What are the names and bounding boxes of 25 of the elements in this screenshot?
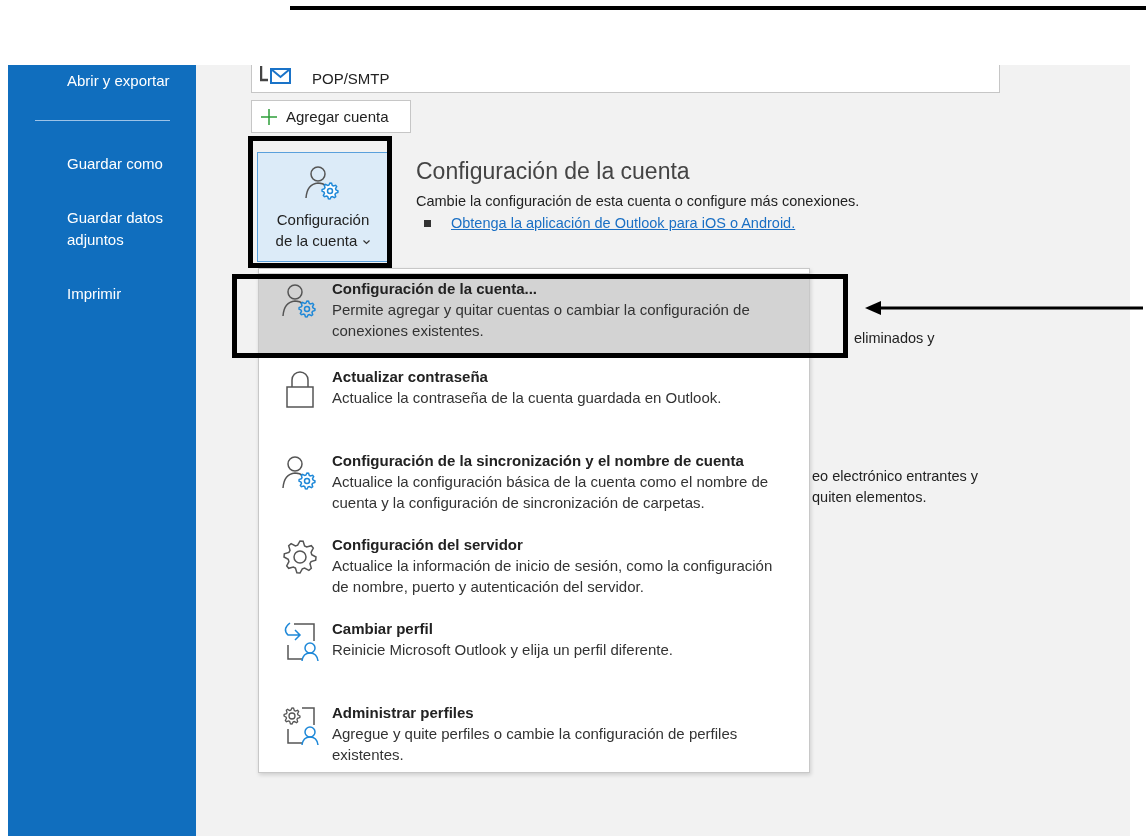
- caret-icon: [363, 239, 371, 245]
- menu-item[interactable]: Cambiar perfil Reinicie Microsoft Outlook y elija un perfil diferente.: [259, 613, 809, 693]
- section-text: eliminados y: [854, 329, 936, 348]
- menu-item[interactable]: Configuración del servidor Actualice la información de inicio de sesión, como la configuración de nombre, puerto y autenticación del servidor.: [259, 529, 809, 609]
- section-text: eo electrónico entrantes y: [812, 467, 980, 486]
- sidebar-item[interactable]: Abrir y exportar: [67, 70, 182, 92]
- app-link[interactable]: Obtenga la aplicación de Outlook para iOS o Android.: [451, 215, 796, 231]
- manage-profiles-icon: [280, 705, 320, 747]
- sidebar-item[interactable]: Guardar datos adjuntos: [67, 207, 182, 251]
- sidebar-item[interactable]: Guardar como: [67, 153, 182, 175]
- menu-item[interactable]: Configuración de la sincronización y el nombre de cuenta Actualice la configuración básica de la cuenta como el nombre de cuenta y la configuración de sincronización de carpetas.: [259, 445, 809, 525]
- gear-icon: [280, 537, 320, 577]
- section-text: quiten elementos.: [812, 488, 928, 507]
- mail-icon: [260, 65, 292, 86]
- menu-item[interactable]: Actualizar contraseña Actualice la contraseña de la cuenta guardada en Outlook.: [259, 361, 809, 441]
- account-settings-button[interactable]: Configuración de la cuenta: [257, 152, 389, 262]
- section-title: Configuración de la cuenta: [416, 157, 691, 186]
- section-description: Cambie la configuración de esta cuenta o configure más conexiones.: [416, 193, 860, 209]
- menu-item[interactable]: Configuración de la cuenta... Permite agregar y quitar cuentas o cambiar la configuración de conexiones existentes.: [259, 273, 809, 353]
- menu-item[interactable]: Administrar perfiles Agregue y quite perfiles o cambie la configuración de perfiles existentes.: [259, 697, 809, 777]
- bullet-icon: [424, 219, 431, 227]
- sidebar-item[interactable]: Imprimir: [67, 283, 182, 305]
- add-account-button[interactable]: Agregar cuenta: [251, 100, 411, 133]
- account-select[interactable]: POP/SMTP: [251, 65, 1000, 93]
- plus-icon: [260, 107, 278, 126]
